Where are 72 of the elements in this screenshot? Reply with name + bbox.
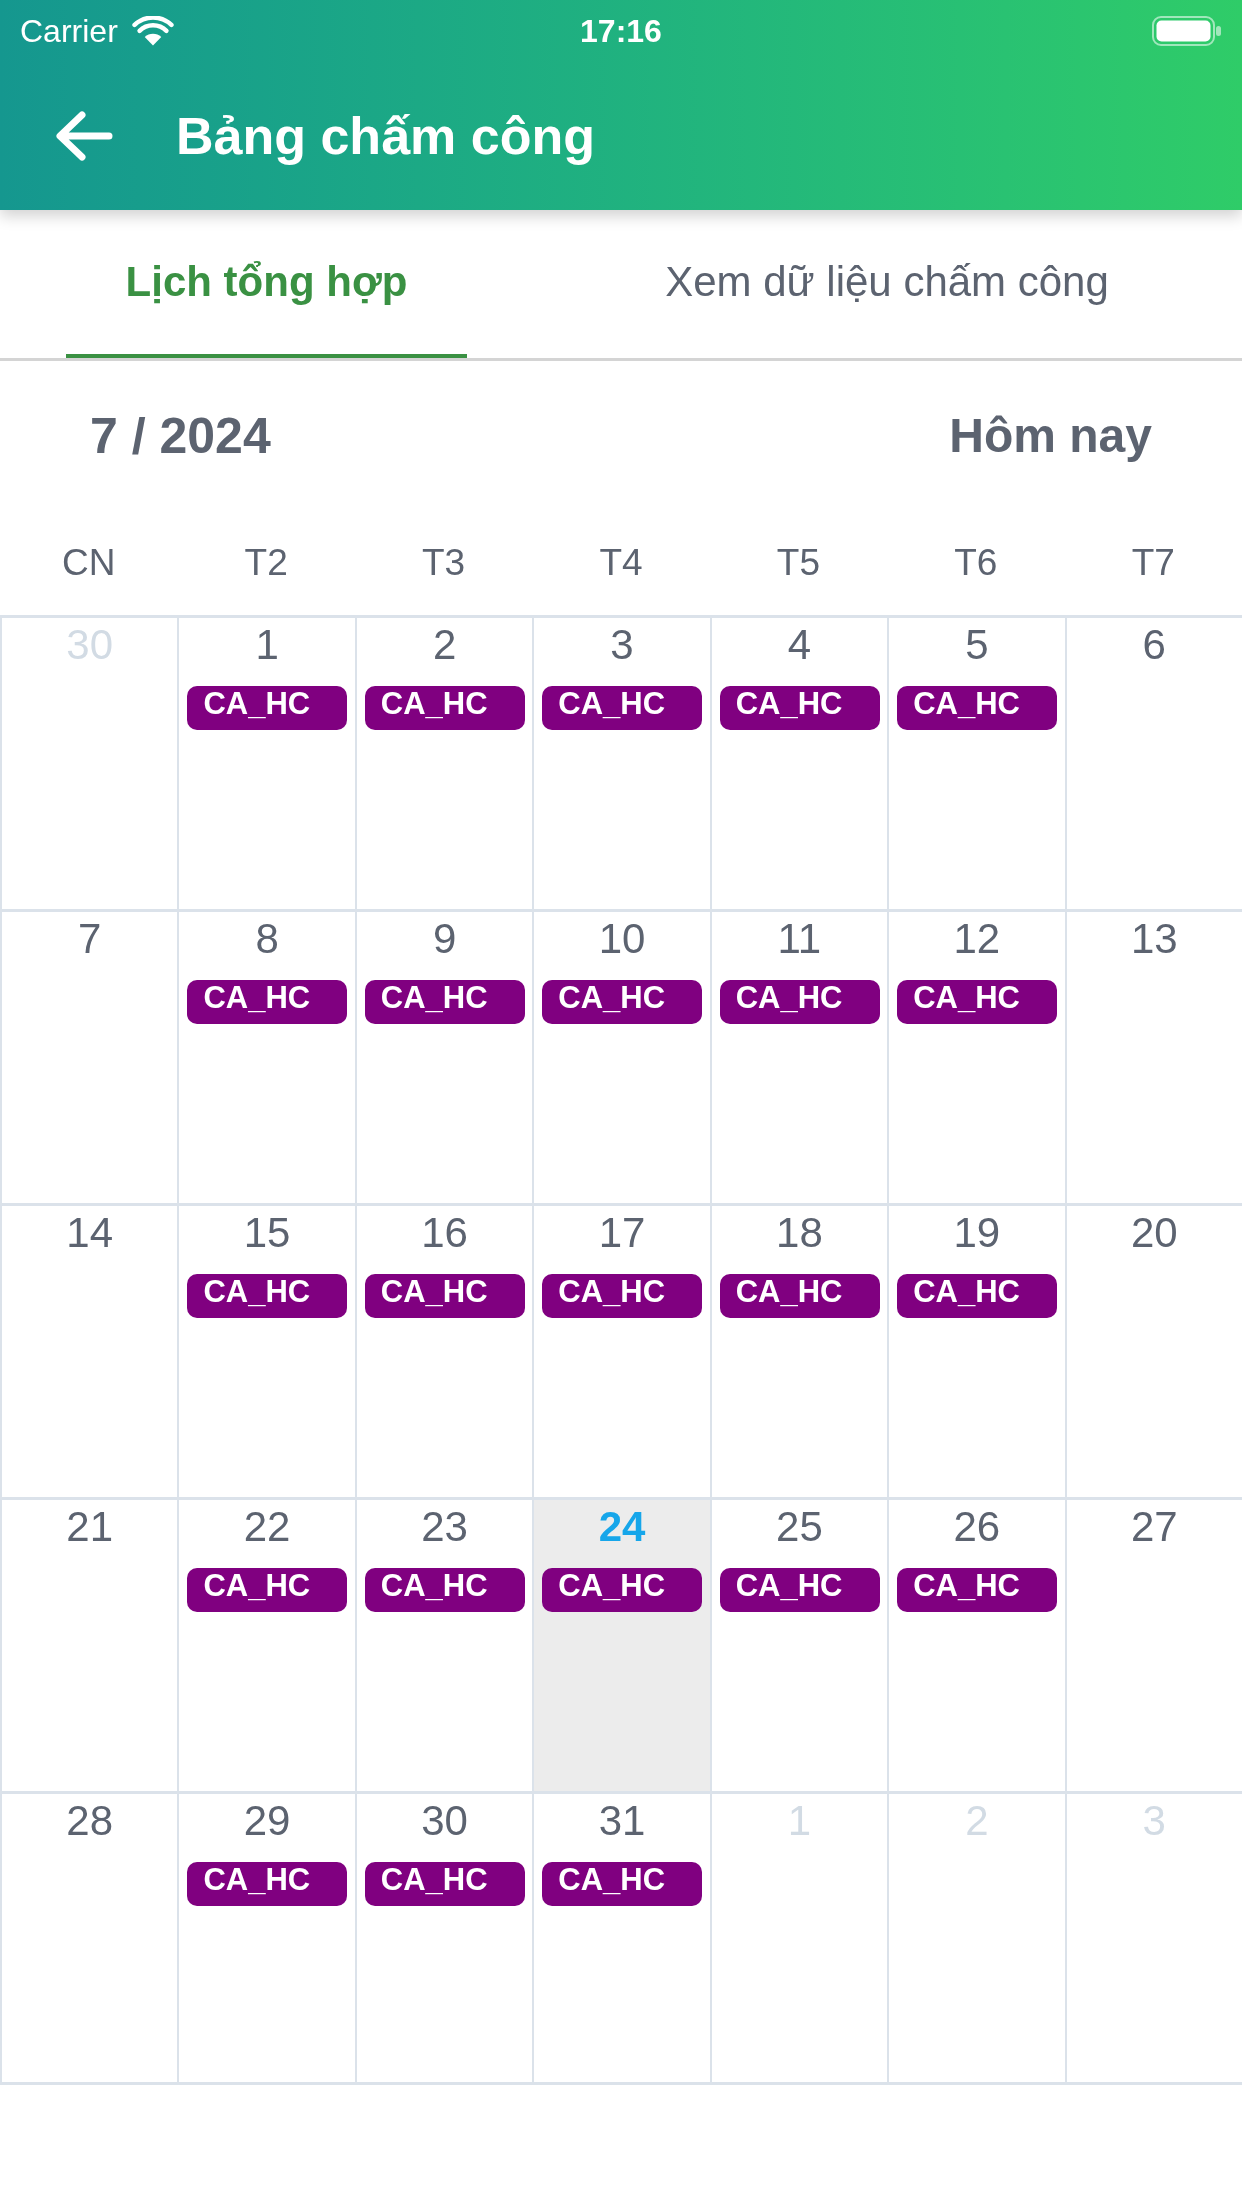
shift-badge: CA_HC: [187, 686, 348, 730]
weekday-label: T4: [599, 541, 643, 585]
shift-badge: CA_HC: [719, 1274, 880, 1318]
day-number: 18: [776, 1209, 823, 1257]
weekday-label: CN: [62, 541, 116, 585]
shift-badge: CA_HC: [897, 980, 1058, 1024]
wifi-icon: [131, 15, 174, 47]
day-number: 12: [953, 915, 1001, 963]
tab[interactable]: Lịch tổng hợp: [66, 210, 467, 358]
shift-badge: CA_HC: [542, 980, 703, 1024]
shift-badge: CA_HC: [187, 980, 348, 1024]
day-number: 4: [787, 621, 812, 669]
shift-badge: CA_HC: [364, 686, 525, 730]
day-number: 14: [66, 1209, 114, 1257]
shift-badge: CA_HC: [364, 1862, 525, 1906]
day-number: 31: [598, 1797, 646, 1845]
day-number: 15: [243, 1209, 291, 1257]
shift-badge: CA_HC: [542, 686, 703, 730]
shift-badge: CA_HC: [719, 1568, 880, 1612]
day-cell[interactable]: 24 CA_HC: [532, 1500, 710, 1791]
weekday-label: T6: [954, 541, 998, 585]
weekday-label: T5: [776, 541, 820, 585]
shift-badge: CA_HC: [719, 686, 880, 730]
page-title: Bảng chấm công: [176, 106, 595, 167]
day-number: 19: [953, 1209, 1001, 1257]
month-label: 7 / 2024: [90, 407, 271, 465]
day-number: 24: [598, 1503, 646, 1551]
day-number: 28: [66, 1797, 114, 1845]
clock-time: 17:16: [580, 12, 662, 50]
battery-icon: [1152, 16, 1222, 46]
day-number: 5: [965, 621, 989, 669]
day-number: 3: [610, 621, 634, 669]
shift-badge: CA_HC: [364, 1274, 525, 1318]
day-number: 26: [953, 1503, 1001, 1551]
day-number: 27: [1130, 1503, 1178, 1551]
shift-badge: CA_HC: [364, 980, 525, 1024]
day-number: 10: [598, 915, 646, 963]
shift-badge: CA_HC: [897, 1568, 1058, 1612]
day-number: 11: [777, 915, 822, 963]
weekday-label: T3: [421, 541, 466, 585]
back-arrow-icon: [55, 111, 113, 161]
carrier-label: Carrier: [20, 12, 118, 50]
day-number: 13: [1130, 915, 1178, 963]
day-number: 29: [243, 1797, 291, 1845]
tab[interactable]: Xem dữ liệu chấm công: [600, 210, 1174, 358]
shift-badge: CA_HC: [542, 1862, 703, 1906]
day-number: 8: [255, 915, 279, 963]
shift-badge: CA_HC: [897, 686, 1058, 730]
day-number: 2: [432, 621, 457, 669]
shift-badge: CA_HC: [719, 980, 880, 1024]
shift-badge: CA_HC: [187, 1274, 348, 1318]
day-number: 6: [1142, 621, 1166, 669]
day-number: 9: [432, 915, 457, 963]
day-number: 21: [66, 1503, 114, 1551]
day-number: 22: [243, 1503, 291, 1551]
day-number: 17: [598, 1209, 646, 1257]
shift-badge: CA_HC: [542, 1568, 703, 1612]
day-number: 1: [255, 621, 279, 669]
today-button[interactable]: Hôm nay: [949, 408, 1152, 464]
day-number: 23: [421, 1503, 468, 1551]
day-number: 25: [776, 1503, 823, 1551]
shift-badge: CA_HC: [364, 1568, 525, 1612]
weekday-label: T2: [244, 541, 288, 585]
weekday-label: T7: [1131, 541, 1175, 585]
day-number: 7: [78, 915, 102, 963]
day-number: 30: [421, 1797, 468, 1845]
shift-badge: CA_HC: [897, 1274, 1058, 1318]
shift-badge: CA_HC: [187, 1862, 348, 1906]
shift-badge: CA_HC: [542, 1274, 703, 1318]
day-number: 16: [421, 1209, 468, 1257]
day-number: 20: [1130, 1209, 1178, 1257]
shift-badge: CA_HC: [187, 1568, 348, 1612]
